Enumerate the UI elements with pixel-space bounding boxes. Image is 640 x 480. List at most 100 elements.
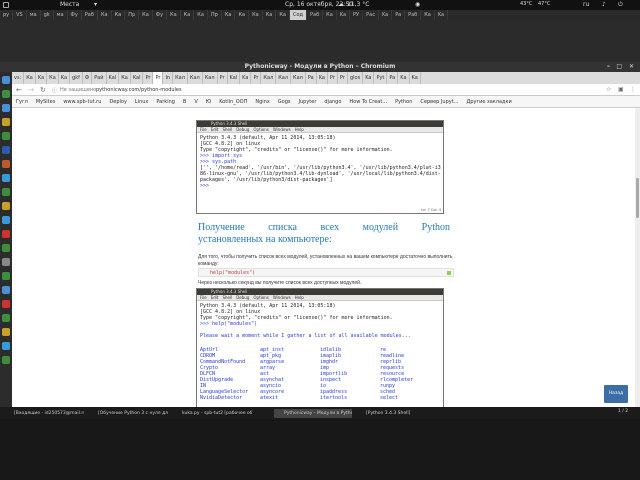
next-button[interactable]: Назад (604, 385, 628, 403)
window-tab[interactable]: Ка (276, 10, 290, 20)
window-tab[interactable]: Ka (435, 10, 449, 20)
scrollbar-thumb[interactable] (636, 178, 639, 218)
browser-tab[interactable]: Ка (119, 72, 131, 84)
browser-tab[interactable]: Ка (47, 72, 59, 84)
window-tab[interactable]: Ка (323, 10, 337, 20)
window-tab[interactable]: Рас (363, 10, 379, 20)
dock-app-icon[interactable] (2, 244, 10, 252)
terminal-menu-item[interactable]: Debug (236, 295, 249, 300)
taskbar-item[interactable]: [Python 3.4.3 Shell] (356, 409, 436, 418)
dock-app-icon[interactable] (2, 118, 10, 126)
browser-tab[interactable]: Ka (410, 72, 421, 84)
apps-icon[interactable] (3, 2, 9, 8)
browser-tab[interactable]: Кал (276, 72, 292, 84)
terminal-menu-item[interactable]: File (200, 295, 207, 300)
browser-tab[interactable]: Ka (398, 72, 410, 84)
back-icon[interactable]: ← (16, 86, 22, 94)
bookmark-item[interactable]: Jupyter (295, 96, 321, 107)
window-tab[interactable]: ма (54, 10, 68, 20)
bookmark-item[interactable]: Kotlin_OOП (215, 96, 251, 107)
terminal-menu-item[interactable]: Shell (222, 127, 232, 132)
browser-tab[interactable]: Ka (240, 72, 252, 84)
dock-app-icon[interactable] (2, 202, 10, 210)
browser-tab[interactable]: glos (348, 72, 364, 84)
browser-tab[interactable]: Kal (131, 72, 144, 84)
reload-icon[interactable]: ↻ (40, 86, 46, 94)
terminal-menu-item[interactable]: Edit (211, 127, 219, 132)
url-input[interactable]: pythonicway.com/python-modules (96, 87, 182, 93)
bookmark-item[interactable]: Python (391, 96, 416, 107)
window-tab[interactable]: Ка (194, 10, 208, 20)
window-tab[interactable]: Ка (167, 10, 181, 20)
bookmark-item[interactable]: Linux (131, 96, 152, 107)
window-tab[interactable]: Ка (222, 10, 236, 20)
window-tab[interactable]: Ka (337, 10, 351, 20)
dock-app-icon[interactable] (2, 188, 10, 196)
dock-app-icon[interactable] (2, 90, 10, 98)
bookmark-item[interactable]: Сервер Jupyt... (416, 96, 462, 107)
window-tab[interactable]: ма (27, 10, 41, 20)
dock-app-icon[interactable] (2, 258, 10, 266)
weather-temp[interactable]: 11,3 °C (347, 1, 369, 8)
bookmark-item[interactable]: www.spb-tut.ru (59, 96, 105, 107)
window-tab[interactable]: Пр (125, 10, 140, 20)
window-tab[interactable]: ру (0, 10, 14, 20)
dock-app-icon[interactable] (2, 314, 10, 322)
window-tab[interactable]: РУ (350, 10, 364, 20)
dock-app-icon[interactable] (2, 174, 10, 182)
browser-tab[interactable]: Ka (59, 72, 71, 84)
bookmark-item[interactable]: V (190, 96, 201, 107)
info-icon[interactable]: ⓘ (52, 87, 57, 94)
window-tab[interactable]: VS (13, 10, 27, 20)
dock-app-icon[interactable] (2, 272, 10, 280)
browser-tab[interactable]: Pr (251, 72, 262, 84)
terminal-menu-item[interactable]: Help (295, 295, 304, 300)
bookmark-item[interactable]: Deploy (105, 96, 131, 107)
browser-tab[interactable]: Ka (317, 72, 328, 84)
close-icon[interactable]: ✕ (629, 62, 634, 72)
dock-app-icon[interactable] (2, 328, 10, 336)
browser-tab[interactable]: Кал (188, 72, 203, 84)
window-tab[interactable]: gk (41, 10, 54, 20)
workspace-indicator[interactable]: 1 / 2 (618, 409, 628, 414)
browser-tab[interactable]: Кал (261, 72, 277, 84)
terminal-menu-item[interactable]: Edit (211, 295, 219, 300)
taskbar-item[interactable]: kuka.py - spb-tut2 [рабочее области... (172, 409, 252, 418)
dock-app-icon[interactable] (2, 286, 10, 294)
window-tab[interactable]: Пр (208, 10, 222, 20)
browser-tab[interactable]: Кал (173, 72, 188, 84)
dock-app-icon[interactable] (2, 104, 10, 112)
window-tab[interactable]: Ка (249, 10, 263, 20)
window-tab[interactable]: Ka (379, 10, 393, 20)
browser-tab[interactable]: Pr (218, 72, 228, 84)
bookmark-item[interactable]: How To Creat... (345, 96, 391, 107)
browser-tab[interactable]: Kal (228, 72, 241, 84)
volume-icon[interactable]: ♪ (602, 1, 606, 8)
window-tab[interactable]: Ка (98, 10, 112, 20)
browser-tab[interactable]: Pr (153, 72, 164, 84)
dock-app-icon[interactable] (2, 216, 10, 224)
bookmark-item[interactable]: Ю (202, 96, 215, 107)
bookmark-item[interactable]: Nginx (251, 96, 273, 107)
menu-icon[interactable]: ⋮ (630, 86, 636, 93)
browser-tab[interactable]: Pa (306, 72, 317, 84)
browser-tab[interactable]: Рай (92, 72, 107, 84)
window-tab[interactable]: Раб (405, 10, 422, 20)
window-tab[interactable]: Ка (235, 10, 250, 20)
browser-tab[interactable]: Pa (387, 72, 399, 84)
browser-tab[interactable]: Ф (83, 72, 93, 84)
dock-app-icon[interactable] (2, 146, 10, 154)
dock-app-icon[interactable] (2, 230, 10, 238)
language-indicator[interactable]: ru (583, 1, 589, 8)
bookmark-item[interactable]: Parking (152, 96, 179, 107)
window-tab[interactable]: Ка (421, 10, 435, 20)
window-tab[interactable]: Ка (263, 10, 277, 20)
bookmark-item[interactable]: B (179, 96, 190, 107)
bookmark-item[interactable]: Гугл (12, 96, 32, 107)
browser-tab[interactable]: Ка (24, 72, 36, 84)
taskbar-item[interactable]: [Входящие - id250573@mail.ru] (4, 409, 84, 418)
window-tab[interactable]: Ка (181, 10, 195, 20)
window-tab[interactable]: Ка (112, 10, 126, 20)
places-menu[interactable]: Места (60, 1, 79, 8)
camera-icon[interactable]: ◉ (415, 1, 420, 8)
